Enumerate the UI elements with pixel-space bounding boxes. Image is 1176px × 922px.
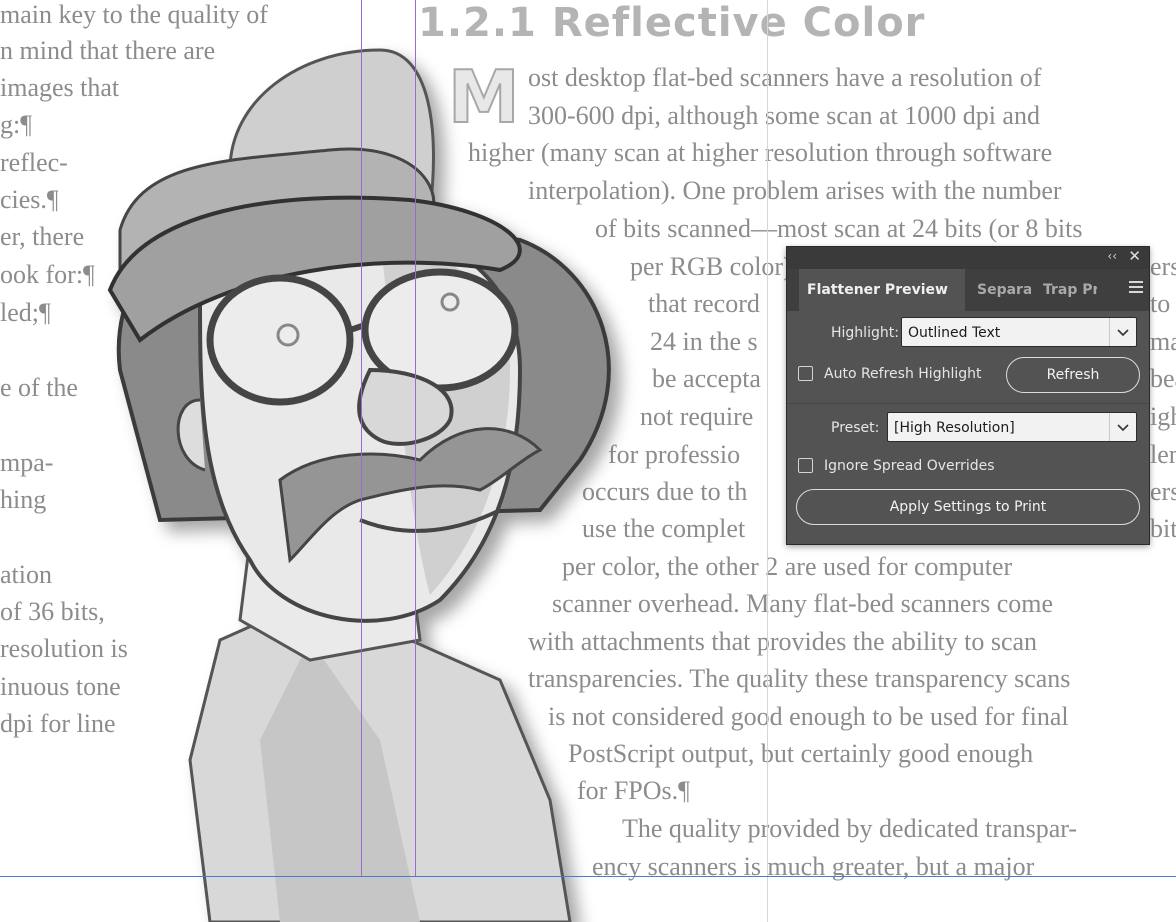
right-text-line: The quality provided by dedicated transp… [622, 814, 1078, 843]
right-text-line: of bits scanned—most scan at 24 bits (or… [595, 214, 1083, 243]
chevron-down-icon[interactable] [1109, 413, 1136, 441]
panel-titlebar[interactable]: ‹‹ ✕ [787, 247, 1149, 269]
right-text-line: that record [648, 289, 760, 318]
right-edge-text-fragment: bea [1150, 364, 1176, 393]
tab-flattener-preview[interactable]: Flattener Preview [799, 269, 965, 311]
tab-trap-presets[interactable]: Trap Presets [1035, 269, 1097, 311]
right-text-line: 24 in the s [650, 327, 758, 356]
highlight-label: Highlight: [831, 325, 899, 341]
right-edge-text-fragment: may [1150, 327, 1176, 356]
right-edge-text-fragment: lem [1150, 440, 1176, 469]
column-margin-guide [767, 0, 768, 922]
chevron-down-icon[interactable] [1109, 318, 1136, 346]
right-text-line: not require [640, 402, 754, 431]
panel-tabs: Flattener Preview Separations Trap Prese… [787, 269, 1149, 311]
highlight-select[interactable]: Outlined Text [901, 317, 1137, 347]
frame-edge-guide-right [415, 0, 416, 876]
flattener-preview-panel[interactable]: ‹‹ ✕ Flattener Preview Separations Trap … [786, 246, 1150, 545]
panel-divider [787, 403, 1149, 404]
right-edge-text-fragment: to [1150, 289, 1171, 318]
ignore-spread-checkbox[interactable] [798, 458, 813, 473]
refresh-button[interactable]: Refresh [1006, 357, 1140, 393]
ignore-spread-label: Ignore Spread Overrides [824, 458, 995, 474]
preset-select[interactable]: [High Resolution] [887, 412, 1137, 442]
auto-refresh-label: Auto Refresh Highlight [824, 366, 982, 382]
right-edge-text-fragment: igh [1150, 402, 1176, 431]
highlight-value: Outlined Text [908, 325, 1001, 341]
right-text-line: be accepta [652, 364, 761, 393]
close-icon[interactable]: ✕ [1128, 247, 1141, 265]
tab-separations[interactable]: Separations [969, 269, 1031, 311]
preset-value: [High Resolution] [894, 420, 1015, 436]
preset-label: Preset: [831, 420, 880, 436]
right-text-line: ency scanners is much greater, but a maj… [592, 852, 1035, 881]
caricature-illustration [107, 48, 611, 922]
double-chevron-left-icon[interactable]: ‹‹ [1107, 249, 1117, 263]
hamburger-menu-icon[interactable] [1129, 281, 1143, 295]
right-edge-text-fragment: ers [1150, 252, 1176, 281]
frame-edge-guide-left [361, 0, 362, 876]
right-edge-text-fragment: ers [1150, 477, 1176, 506]
right-edge-text-fragment: bits [1150, 514, 1176, 543]
apply-settings-button[interactable]: Apply Settings to Print [796, 489, 1140, 525]
auto-refresh-checkbox[interactable] [798, 366, 813, 381]
baseline-guide [0, 876, 1176, 877]
